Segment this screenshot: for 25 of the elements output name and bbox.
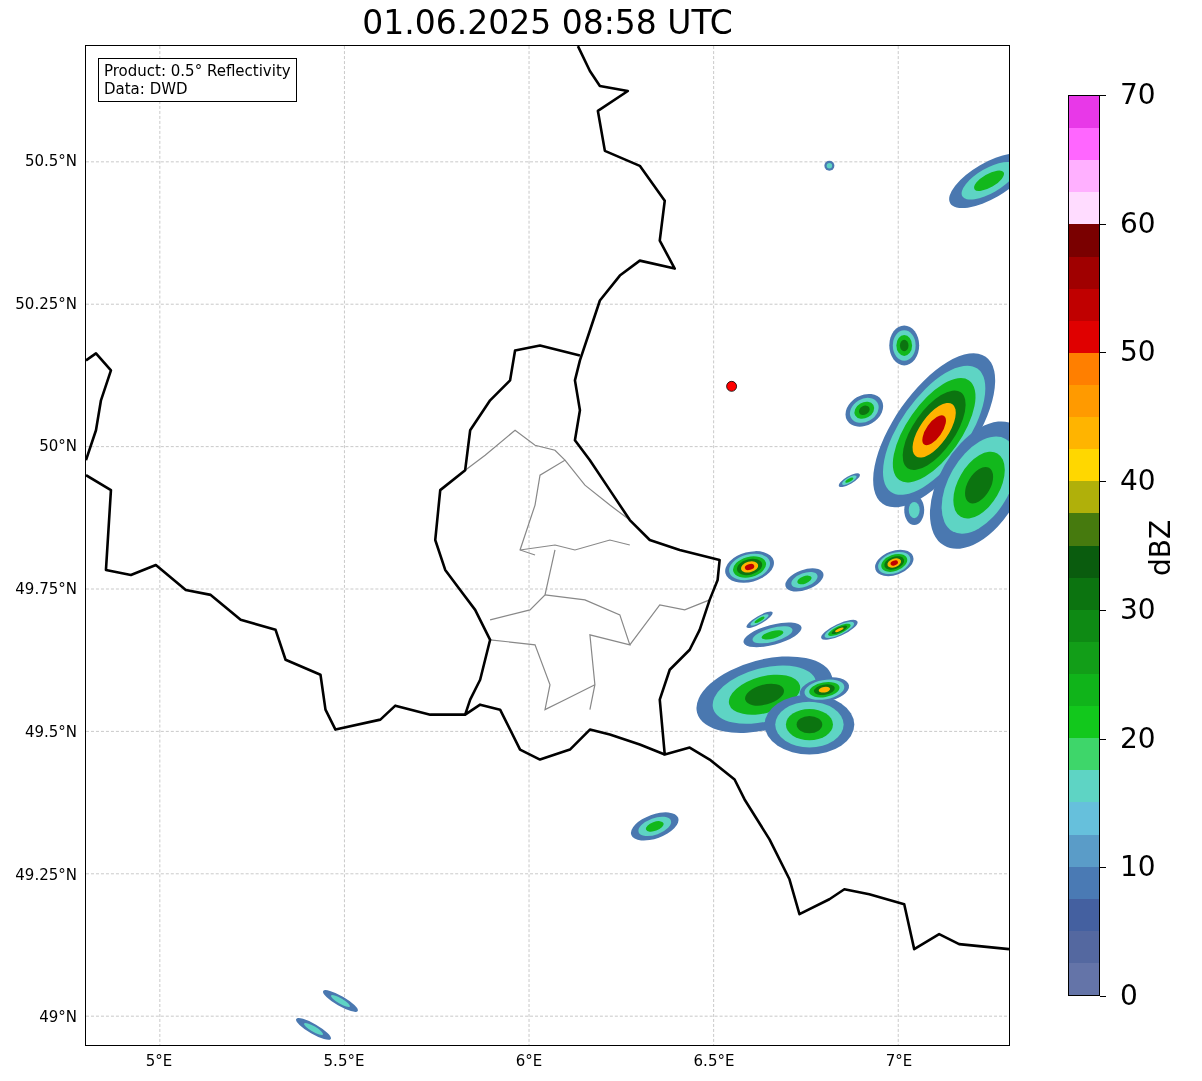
- colorbar-label: dBZ: [1143, 519, 1177, 577]
- colorbar-tick-label: 10: [1120, 853, 1156, 882]
- colorbar-tick-label: 0: [1120, 982, 1138, 1010]
- info-text: Product: 0.5° Reflectivity: [104, 62, 291, 80]
- longitude-tick-label: 5°E: [145, 1052, 173, 1070]
- longitude-tick-label: 5.5°E: [323, 1052, 365, 1070]
- latitude-tick-label: 49°N: [39, 1008, 77, 1027]
- latitude-tick-label: 50°N: [39, 437, 77, 456]
- colorbar-tick-label: 30: [1120, 595, 1156, 624]
- colorbar-tick-label: 50: [1120, 338, 1156, 367]
- radar-site-marker: [726, 380, 737, 392]
- latitude-tick-label: 49.75°N: [15, 580, 77, 599]
- colorbar-tick-label: 70: [1120, 81, 1156, 109]
- colorbar-tick-label: 20: [1120, 724, 1156, 753]
- colorbar-tick-label: 40: [1120, 467, 1156, 496]
- latitude-tick-label: 49.5°N: [24, 722, 77, 741]
- chart-title: 01.06.2025 08:58 UTC: [361, 2, 734, 44]
- colorbar-tick-label: 60: [1120, 209, 1156, 238]
- longitude-tick-label: 7°E: [885, 1052, 913, 1070]
- longitude-tick-label: 6°E: [515, 1052, 543, 1070]
- info-text: Data: DWD: [104, 80, 189, 98]
- latitude-tick-label: 50.5°N: [24, 152, 77, 170]
- latitude-tick-label: 50.25°N: [15, 294, 77, 313]
- longitude-tick-label: 6.5°E: [693, 1052, 735, 1070]
- latitude-tick-label: 49.25°N: [15, 865, 77, 884]
